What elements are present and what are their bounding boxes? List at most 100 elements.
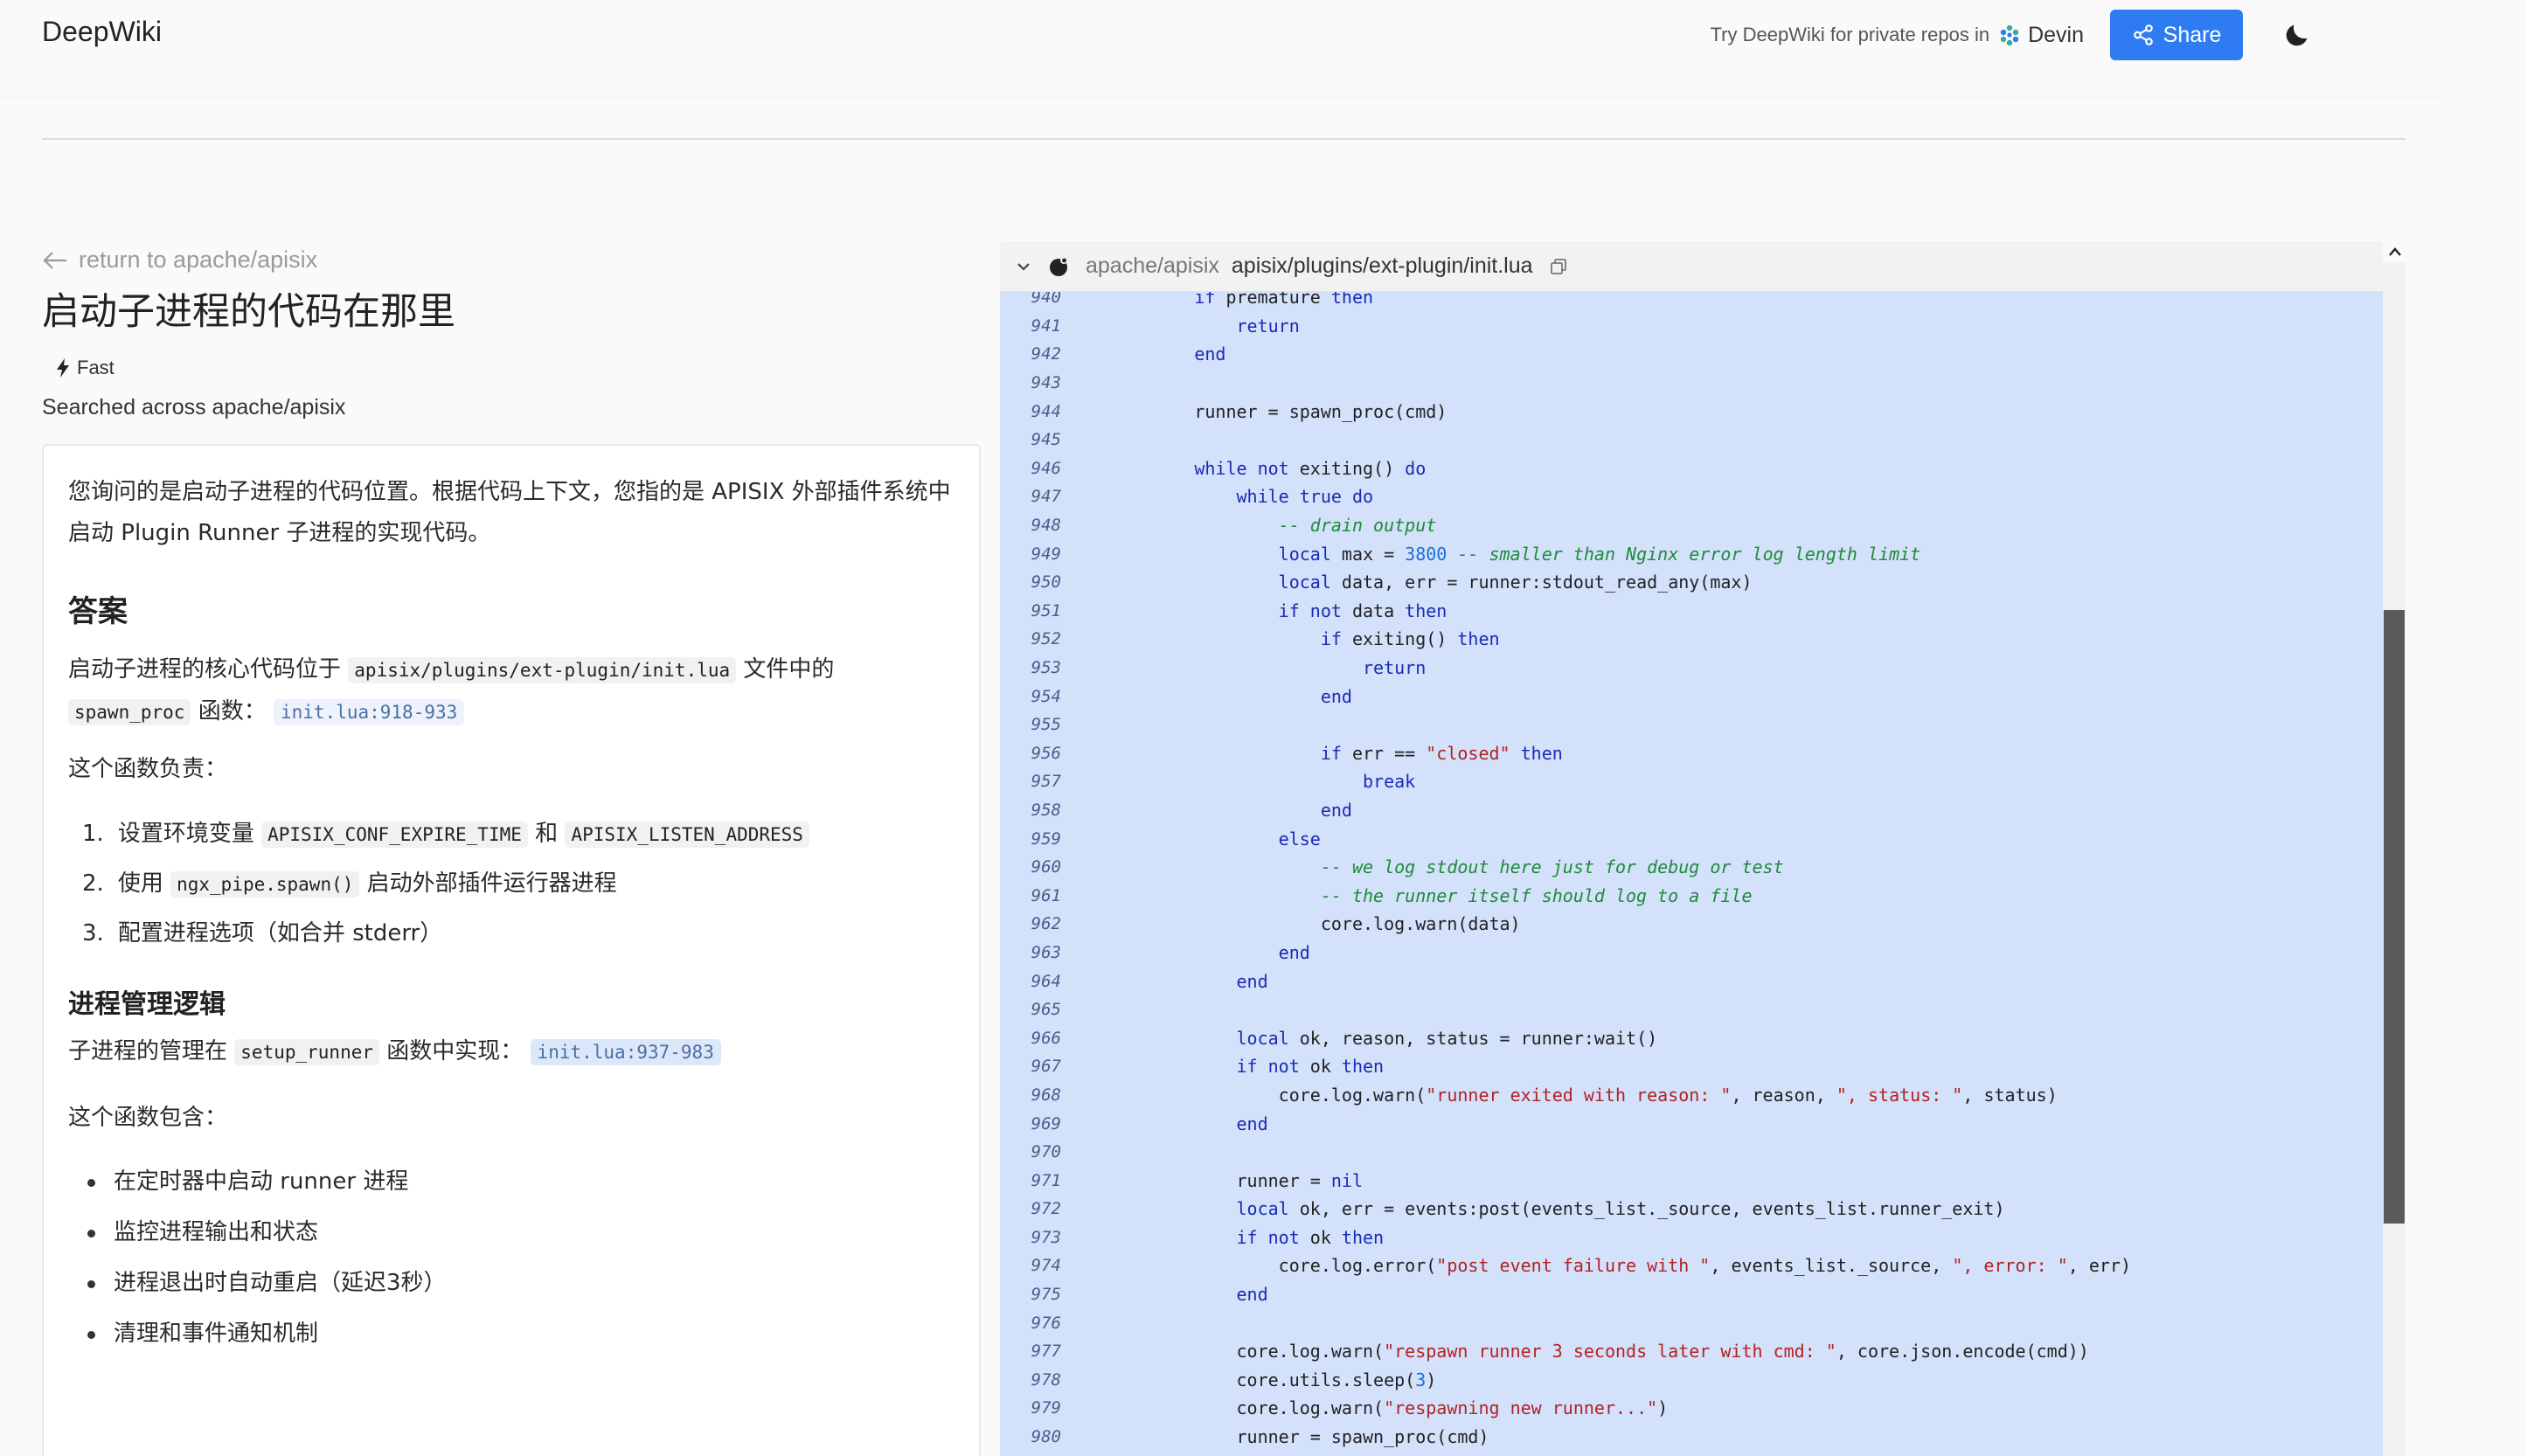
- code-line: 980 runner = spawn_proc(cmd): [1000, 1423, 2383, 1452]
- code-text: runner = nil: [1110, 1169, 1363, 1191]
- moon-icon: [2286, 24, 2308, 46]
- list-item: 1. 设置环境变量 APISIX_CONF_EXPIRE_TIME 和 APIS…: [68, 809, 955, 859]
- code-line: 979 core.log.warn("respawning new runner…: [1000, 1394, 2383, 1423]
- line-number: 955: [1031, 715, 1061, 735]
- line-number: 968: [1031, 1085, 1061, 1105]
- line-number: 965: [1031, 1000, 1061, 1020]
- list-item: 3. 配置进程选项（如合并 stderr）: [68, 909, 955, 958]
- code-line: 946 while not exiting() do: [1000, 454, 2383, 483]
- code-text: end: [1236, 970, 1268, 992]
- list-item: 监控进程输出和状态: [68, 1207, 955, 1258]
- devin-link[interactable]: Devin: [1998, 23, 2084, 48]
- code-line: 951 if not data then: [1000, 597, 2383, 626]
- code-ref-link[interactable]: init.lua:918-933: [273, 699, 465, 725]
- arrow-left-icon: [43, 251, 66, 269]
- code-line: 942 end: [1000, 340, 2383, 369]
- scroll-up-button[interactable]: [2386, 241, 2404, 262]
- code-line: 952 if exiting() then: [1000, 625, 2383, 654]
- code-text: if not ok then: [1236, 1226, 1385, 1248]
- line-number: 976: [1031, 1313, 1061, 1333]
- code-text: else: [1278, 828, 1321, 849]
- share-button[interactable]: Share: [2110, 10, 2243, 60]
- code-line: 970: [1000, 1138, 2383, 1167]
- step-number: 2.: [82, 870, 104, 897]
- page-title: 启动子进程的代码在那里: [42, 290, 455, 334]
- code-line: 971 runner = nil: [1000, 1166, 2383, 1195]
- line-number: 954: [1031, 686, 1061, 706]
- code-line: 941 return: [1000, 312, 2383, 341]
- code-line: 968 core.log.warn("runner exited with re…: [1000, 1081, 2383, 1110]
- code-line: 957 break: [1000, 767, 2383, 796]
- line-number: 979: [1031, 1398, 1061, 1418]
- line-number: 975: [1031, 1285, 1061, 1305]
- code-line: 966 local ok, reason, status = runner:wa…: [1000, 1023, 2383, 1052]
- github-icon: [1050, 256, 1067, 276]
- line-number: 951: [1031, 600, 1061, 621]
- code-line: 981 end: [1000, 1451, 2383, 1456]
- line-number: 971: [1031, 1170, 1061, 1190]
- mgmt-func-code: setup_runner: [234, 1039, 379, 1065]
- devin-logo-icon: [2000, 24, 2019, 46]
- code-line: 958 end: [1000, 796, 2383, 825]
- share-label: Share: [2163, 22, 2222, 47]
- line-number: 952: [1031, 629, 1061, 649]
- code-line: 974 core.log.error("post event failure w…: [1000, 1251, 2383, 1280]
- code-text: end: [1236, 1284, 1268, 1306]
- list-item: 在定时器中启动 runner 进程: [68, 1156, 955, 1207]
- scrollbar-thumb[interactable]: [2384, 610, 2405, 1224]
- code-line: 954 end: [1000, 682, 2383, 711]
- code-line: 955: [1000, 711, 2383, 739]
- code-viewer-header: apache/apisix apisix/plugins/ext-plugin/…: [1000, 241, 2383, 292]
- code-text: core.log.warn("runner exited with reason…: [1110, 1084, 2058, 1106]
- line-number: 950: [1031, 572, 1061, 593]
- code-text: local ok, reason, status = runner:wait(): [1236, 1027, 1658, 1049]
- copy-icon[interactable]: [1549, 257, 1568, 276]
- code-text: while true do: [1236, 486, 1374, 508]
- promo-link[interactable]: Try DeepWiki for private repos in Devin: [1711, 23, 2084, 48]
- code-text: core.log.warn("respawn runner 3 seconds …: [1110, 1341, 2089, 1362]
- share-icon: [2133, 24, 2153, 45]
- code-line: 964 end: [1000, 967, 2383, 995]
- code-line: 963 end: [1000, 939, 2383, 967]
- code-text: local ok, err = events:post(events_list.…: [1236, 1198, 2005, 1220]
- code-text: -- we log stdout here just for debug or …: [1320, 856, 1784, 878]
- core-text-mid: 文件中的: [743, 656, 835, 683]
- code-line: 969 end: [1000, 1109, 2383, 1138]
- step-text: 使用: [117, 870, 163, 897]
- answer-heading: 答案: [68, 594, 128, 629]
- line-number: 961: [1031, 885, 1061, 905]
- mgmt-paragraph: 子进程的管理在 setup_runner 函数中实现： init.lua:937…: [68, 1031, 955, 1073]
- theme-toggle-button[interactable]: [2280, 17, 2315, 52]
- back-link[interactable]: return to apache/apisix: [42, 246, 317, 274]
- code-ref-link[interactable]: init.lua:937-983: [530, 1039, 721, 1065]
- back-link-label: return to apache/apisix: [79, 246, 318, 273]
- line-number: 964: [1031, 971, 1061, 991]
- core-func-code: spawn_proc: [68, 699, 191, 725]
- code-line: 975 end: [1000, 1280, 2383, 1309]
- code-text: -- the runner itself should log to a fil…: [1320, 884, 1753, 906]
- code-line: 967 if not ok then: [1000, 1052, 2383, 1081]
- line-number: 948: [1031, 516, 1061, 536]
- line-number: 947: [1031, 487, 1061, 507]
- line-number: 960: [1031, 857, 1061, 877]
- line-number: 972: [1031, 1199, 1061, 1219]
- code-line: 949 local max = 3800 -- smaller than Ngi…: [1000, 539, 2383, 568]
- code-line: 959 else: [1000, 824, 2383, 853]
- chevron-up-icon: [2389, 247, 2401, 256]
- code-text: break: [1362, 771, 1416, 793]
- header-actions: Try DeepWiki for private repos in Devin: [1711, 9, 2315, 61]
- brand-logo[interactable]: DeepWiki: [42, 16, 162, 48]
- top-header: DeepWiki Try DeepWiki for private repos …: [0, 0, 2444, 98]
- code-line: 950 local data, err = runner:stdout_read…: [1000, 568, 2383, 597]
- step-number: 3.: [82, 920, 104, 946]
- chevron-down-icon[interactable]: [1016, 259, 1031, 274]
- core-text-post: 函数：: [198, 698, 267, 725]
- code-text: return: [1236, 315, 1300, 336]
- mode-badge: Fast: [56, 357, 115, 379]
- env-var-code: APISIX_LISTEN_ADDRESS: [565, 822, 809, 848]
- line-number: 945: [1031, 430, 1061, 450]
- code-line: 943: [1000, 369, 2383, 398]
- duties-label: 这个函数负责：: [68, 756, 228, 782]
- contains-label: 这个函数包含：: [68, 1105, 228, 1131]
- answer-intro: 您询问的是启动子进程的代码位置。根据代码上下文，您指的是 APISIX 外部插件…: [68, 479, 951, 546]
